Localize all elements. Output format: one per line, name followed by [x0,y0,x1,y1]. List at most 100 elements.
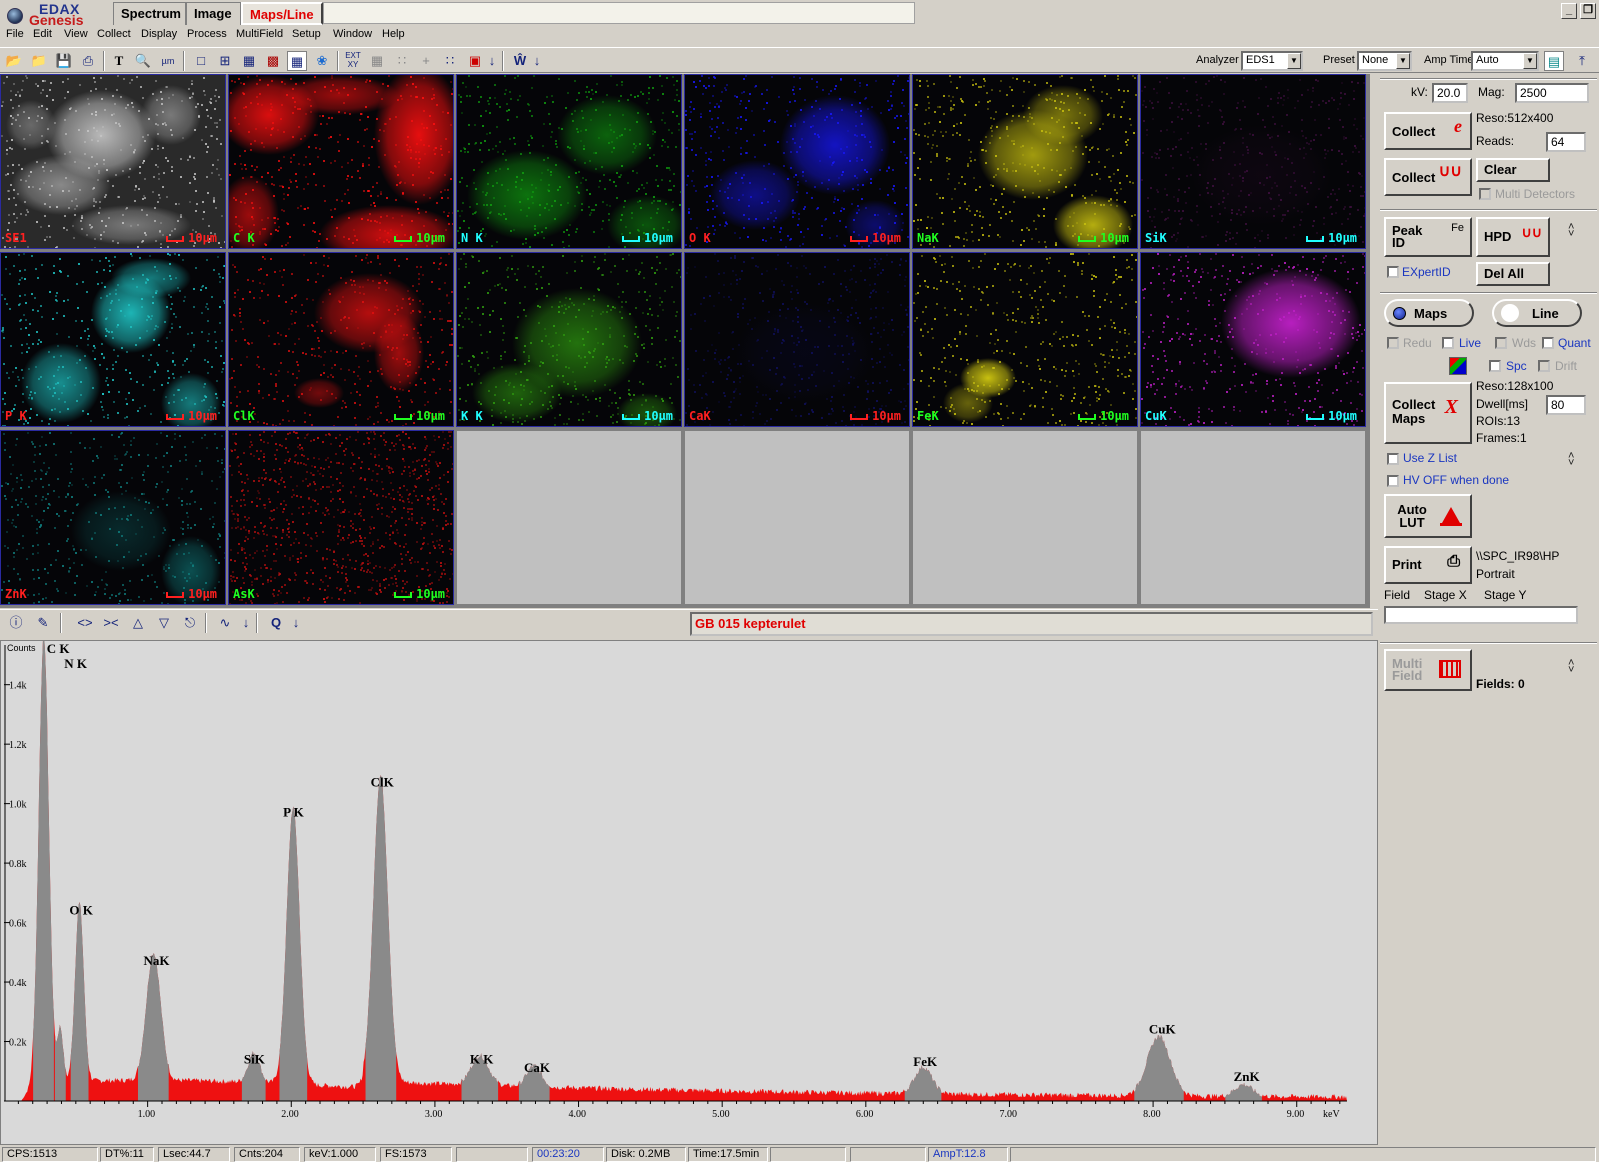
save-icon[interactable]: 💾 [54,51,74,71]
spectrum-view-icon[interactable]: ▤ [1544,51,1564,71]
map-pixel [27,211,29,213]
layout-2x2-icon[interactable]: ⊞ [215,51,235,71]
map-pixel [1362,241,1364,243]
map-pixel [947,178,949,180]
map-pixel [154,207,156,209]
menu-collect[interactable]: Collect [97,28,131,40]
map-pixel [338,92,340,94]
element-map-tile[interactable]: K K 10µm [456,252,682,427]
open-folder-icon[interactable]: 📂 [4,51,24,71]
map-pixel [424,391,426,393]
map-pixel [877,274,879,276]
export-xy-icon[interactable]: EXT XY [343,51,363,71]
menu-setup[interactable]: Setup [292,28,321,40]
overlay-icon[interactable]: ❀ [312,51,332,71]
map-texture [1,253,225,426]
tab-maps-line[interactable]: Maps/Line [241,2,323,25]
map-pixel [1037,164,1039,166]
zoom-tool-icon[interactable]: 🔍 [133,51,153,71]
restore-button[interactable]: ❐ [1580,3,1596,19]
map-pixel [1360,195,1362,197]
menu-file[interactable]: File [6,28,24,40]
map-pixel [120,310,122,312]
minimize-button[interactable]: _ [1561,3,1577,19]
menu-process[interactable]: Process [187,28,227,40]
print-icon[interactable]: ⎙ [78,51,98,71]
preset-select[interactable]: None ▼ [1357,51,1412,71]
tab-spectrum[interactable]: Spectrum [113,2,186,25]
map-pixel [409,361,411,363]
element-map-tile[interactable]: ClK 10µm [228,252,454,427]
map-pixel [163,172,165,174]
map-pixel [1077,102,1079,104]
map-pixel [235,223,237,225]
map-pixel [500,355,502,357]
map-pixel [1023,80,1025,82]
map-pixel [234,386,236,388]
menu-display[interactable]: Display [141,28,177,40]
map-pixel [256,96,258,98]
map-pixel [557,189,559,191]
chevron-down-icon[interactable]: ▼ [1396,53,1410,69]
chevron-down-icon[interactable]: ▼ [1523,53,1537,69]
map-pixel [1042,341,1044,343]
map-pixel [211,296,213,298]
map-pixel [855,111,857,113]
element-map-tile[interactable]: N K 10µm [456,74,682,249]
map-pixel [1267,134,1269,136]
open-recent-icon[interactable]: 📁 [29,51,49,71]
map-pixel [132,106,134,108]
element-map-tile[interactable]: FeK 10µm [912,252,1138,427]
map-grid-icon[interactable]: ▦ [287,51,307,71]
menu-multifield[interactable]: MultiField [236,28,283,40]
map-pixel [829,237,831,239]
element-map-tile[interactable]: CuK 10µm [1140,252,1366,427]
map-pixel [203,399,205,401]
text-tool-icon[interactable]: T [109,51,129,71]
map-pixel [672,253,674,255]
micron-marker-icon[interactable]: µm [158,51,178,71]
layout-4x4-icon[interactable]: ▦ [239,51,259,71]
map-pixel [420,139,422,141]
map-pixel [446,294,448,296]
map-pixel [74,384,76,386]
map-pixel [1278,265,1280,267]
menu-view[interactable]: View [64,28,88,40]
w-dropdown-icon[interactable]: ↓ [527,51,547,71]
map-pixel [323,185,325,187]
element-map-tile[interactable]: SiK 10µm [1140,74,1366,249]
element-map-tile[interactable]: SE1 10µm [0,74,226,249]
analyzer-select[interactable]: EDS1 ▼ [1241,51,1303,71]
element-map-tile[interactable]: CaK 10µm [684,252,910,427]
menu-help[interactable]: Help [382,28,405,40]
element-map-tile[interactable]: NaK 10µm [912,74,1138,249]
point-grid-icon[interactable]: ∷ [440,51,460,71]
element-map-tile[interactable]: O K 10µm [684,74,910,249]
map-pixel [14,404,16,406]
layout-1x1-icon[interactable]: □ [191,51,211,71]
map-pixel [27,422,29,424]
map-pixel [608,219,610,221]
map-pixel [1064,375,1066,377]
tab-image[interactable]: Image [186,2,241,25]
pin-icon[interactable]: ⤒ [1572,51,1592,71]
map-pixel [1131,268,1133,270]
map-pixel [277,129,279,131]
map-pixel [143,160,145,162]
map-pixel [49,388,51,390]
map-pixel [223,265,225,267]
menu-window[interactable]: Window [333,28,372,40]
roi-dropdown-icon[interactable]: ↓ [482,51,502,71]
map-pixel [1159,149,1161,151]
amp-time-select[interactable]: Auto ▼ [1471,51,1539,71]
element-map-tile[interactable]: P K 10µm [0,252,226,427]
map-pixel [793,76,795,78]
map-pixel [157,145,159,147]
map-pixel [277,332,279,334]
element-map-tile[interactable]: C K 10µm [228,74,454,249]
map-pixel [287,371,289,373]
chevron-down-icon[interactable]: ▼ [1287,53,1301,69]
menu-edit[interactable]: Edit [33,28,52,40]
map-spectrum-icon[interactable]: ▩ [263,51,283,71]
map-pixel [196,203,198,205]
